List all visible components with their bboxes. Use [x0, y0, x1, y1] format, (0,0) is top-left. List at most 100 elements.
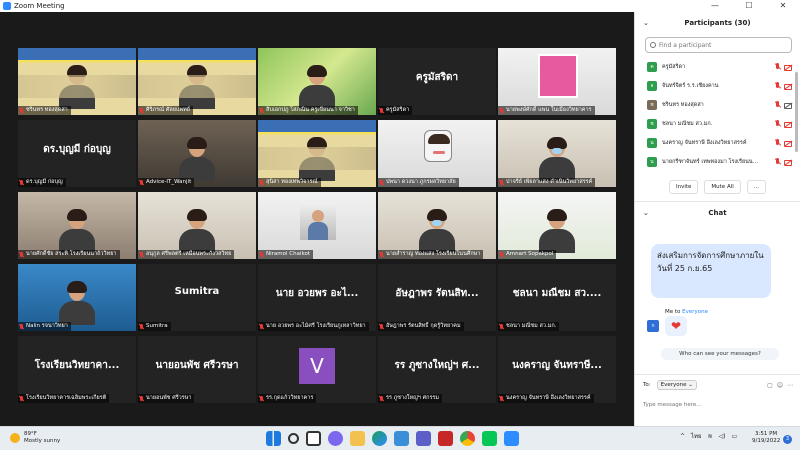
video-tile[interactable]: Nalin รจนาวิทยา [18, 264, 136, 331]
weather-widget[interactable]: 89°F Mostly sunny [10, 431, 60, 445]
muted-mic-icon [774, 158, 781, 165]
chat-app-icon[interactable] [328, 431, 343, 446]
search-icon [650, 42, 656, 48]
video-tile[interactable]: ปพนา ดวงนา ภูกรผลวิทยาลัย [378, 120, 496, 187]
close-button[interactable]: ✕ [766, 0, 800, 12]
tile-name-label: Niramol Chaikot [258, 250, 314, 259]
muted-mic-icon [499, 107, 504, 114]
participant-status-icons [774, 120, 792, 128]
participant-name: จันทร์จิตร์ ร.ร.เชียงคาน [662, 82, 719, 89]
participant-status-icons [774, 101, 792, 109]
participant-avatar: ค [647, 61, 657, 72]
participant-row[interactable]: น นายกรีฑาจันทร์ เทพทองมา โรงเรียนน... [635, 152, 800, 171]
file-icon[interactable]: ▢ [767, 382, 773, 389]
me-to-text: Me to [665, 309, 681, 315]
heart-reaction-message: ❤ [665, 316, 687, 336]
video-tile[interactable]: โรงเรียนวิทยาคา... โรงเรียนวิทยาคารเฉลิมพ… [18, 336, 136, 403]
participant-row[interactable]: จ จันทร์จิตร์ ร.ร.เชียงคาน [635, 76, 800, 95]
video-tile[interactable]: อนุกูล ศรีพลตรี เหมือนพระกังวลวิทย [138, 192, 256, 259]
tile-display-name: นงคราญ จันทราษี... [512, 360, 602, 371]
video-tile[interactable]: Amnart Sopakpol [498, 192, 616, 259]
video-tile[interactable]: นายพงษ์ศักดิ์ แพน ในเมืองวิทยาคาร [498, 48, 616, 115]
notification-badge[interactable]: 3 [783, 435, 792, 444]
emoji-icon[interactable]: ☺ [777, 382, 783, 389]
video-tile[interactable]: รร ภูซางใหญ่ฯ ศ... รร ภูซางใหญ่ฯ ศกรรม [378, 336, 496, 403]
tile-name-label: สิบเอกปภู โสภณิน ครูเขียนนา จาวิชา [258, 106, 358, 115]
chrome-icon[interactable] [460, 431, 475, 446]
participant-scrollbar[interactable] [795, 72, 798, 152]
camera-off-icon [784, 121, 792, 128]
participant-row[interactable]: ช ชรินทร ทองสุดสา [635, 95, 800, 114]
video-tile[interactable]: ศิริภรณ์ ศัลยแพทย์ [138, 48, 256, 115]
tile-name-text: นายพงษ์ศักดิ์ แพน ในเมืองวิทยาคาร [506, 107, 592, 113]
tray-chevron-icon[interactable]: ^ [680, 433, 685, 440]
tile-name-label: นงคราญ จันทราษี อึ่งเลงวิทยาสรรค์ [498, 394, 594, 403]
battery-icon[interactable]: ▭ [732, 433, 738, 440]
video-tile[interactable]: ครูมัสริดา ครูมัสริดา [378, 48, 496, 115]
video-tile[interactable]: นายสำราญ ทองแสง โรงเรียนโนนศึกษา [378, 192, 496, 259]
video-tile[interactable]: V รร.กุดแก้ววิทยาคาร [258, 336, 376, 403]
edge-browser-icon[interactable] [372, 431, 387, 446]
muted-mic-icon [259, 179, 264, 186]
participant-video-feed [539, 137, 575, 181]
search-taskbar-icon[interactable] [288, 433, 299, 444]
camera-icon [784, 102, 792, 109]
everyone-link[interactable]: Everyone [682, 309, 708, 315]
video-tile[interactable]: นายศักดิ์ชัย สระทิ โรงเรียนนาถ้ววิทยา [18, 192, 136, 259]
muted-mic-icon [19, 251, 24, 258]
participant-row[interactable]: ช ชลนา มณีชม สว.มก. [635, 114, 800, 133]
who-can-see-messages-button[interactable]: Who can see your messages? [661, 348, 779, 360]
video-tile[interactable]: สุนิสา ทองเทพวิจารณ์ [258, 120, 376, 187]
photos-icon[interactable] [416, 431, 431, 446]
participant-row[interactable]: ค ครูมัสริดา [635, 57, 800, 76]
file-explorer-icon[interactable] [350, 431, 365, 446]
heart-icon: ❤ [670, 319, 682, 333]
collapse-chevron-icon[interactable]: ⌄ [643, 19, 649, 27]
chat-message-input[interactable] [643, 402, 783, 408]
tile-name-text: นาย อวยพร อะไม้ศรี โรงเรียนภูเหลาวิทยา [266, 323, 366, 329]
more-options-button[interactable]: ... [746, 180, 767, 194]
video-tile[interactable]: Advice-IT_Wanjit [138, 120, 256, 187]
muted-mic-icon [259, 107, 264, 114]
video-tile[interactable]: ดร.บุญมี ก่อบุญ ดร.บุญมี ก่อบุญ [18, 120, 136, 187]
tile-name-label: โรงเรียนวิทยาคารเฉลิมพระเกียรติ [18, 394, 110, 403]
video-tile[interactable]: นาย อวยพร อะไ... นาย อวยพร อะไม้ศรี โรงเร… [258, 264, 376, 331]
zoom-taskbar-icon[interactable] [504, 431, 519, 446]
mcafee-icon[interactable] [438, 431, 453, 446]
video-tile[interactable]: นายอนพัช ศรีวรษา นายอนพัช ศรีวรษา [138, 336, 256, 403]
video-tile[interactable]: ปาจรีย์ เพียลาแสง ดำเนินวิทยาสรรค์ [498, 120, 616, 187]
video-tile[interactable]: ชรินทร ทองสุดสา [18, 48, 136, 115]
video-tile[interactable]: Sumitra Sumitra [138, 264, 256, 331]
wifi-icon[interactable]: ≋ [708, 433, 713, 440]
minimize-button[interactable]: — [698, 0, 732, 12]
video-tile[interactable]: สิบเอกปภู โสภณิน ครูเขียนนา จาวิชา [258, 48, 376, 115]
line-app-icon[interactable] [482, 431, 497, 446]
language-indicator[interactable]: ไทย [691, 431, 702, 441]
windows-start-icon[interactable] [266, 431, 281, 446]
maximize-button[interactable]: ☐ [732, 0, 766, 12]
task-view-icon[interactable] [306, 431, 321, 446]
muted-mic-icon [774, 120, 781, 127]
tile-name-text: นายศักดิ์ชัย สระทิ โรงเรียนนาถ้ววิทยา [26, 251, 117, 257]
participant-search-input[interactable] [659, 41, 779, 49]
participant-row[interactable]: น นงคราญ จันทราษี อึ่งเลงวิทยาสรรค์ [635, 133, 800, 152]
participant-search[interactable] [645, 37, 792, 53]
tile-name-label: อนุกูล ศรีพลตรี เหมือนพระกังวลวิทย [138, 250, 235, 259]
chat-input-area: To: Everyone ⌄ ▢ ☺ ⋯ [635, 374, 800, 426]
tile-name-label: นายศักดิ์ชัย สระทิ โรงเรียนนาถ้ววิทยา [18, 250, 120, 259]
volume-icon[interactable]: ◁) [719, 433, 726, 440]
video-tile[interactable]: อัษฎาพร รัตนสิท... อัษฎาพร รัตนสิทธิ์ กุด… [378, 264, 496, 331]
video-tile[interactable]: Niramol Chaikot [258, 192, 376, 259]
recipient-dropdown[interactable]: Everyone ⌄ [656, 380, 697, 390]
participant-status-icons [774, 82, 792, 90]
clock[interactable]: 3:51 PM 9/19/2022 [752, 431, 780, 445]
video-tile[interactable]: ชลนา มณีชม สว.... ชลนา มณีชม สว.มก. [498, 264, 616, 331]
video-tile[interactable]: นงคราญ จันทราษี... นงคราญ จันทราษี อึ่งเล… [498, 336, 616, 403]
mute-all-button[interactable]: Mute All [704, 180, 741, 194]
chat-message-bubble: ส่งเสริมการจัดการศึกษาภายในวันที่ 25 ก.ย… [651, 244, 771, 298]
chat-collapse-chevron-icon[interactable]: ⌄ [643, 209, 649, 217]
more-icon[interactable]: ⋯ [787, 382, 793, 389]
participant-video-feed [539, 209, 575, 253]
store-icon[interactable] [394, 431, 409, 446]
invite-button[interactable]: Invite [668, 180, 699, 194]
